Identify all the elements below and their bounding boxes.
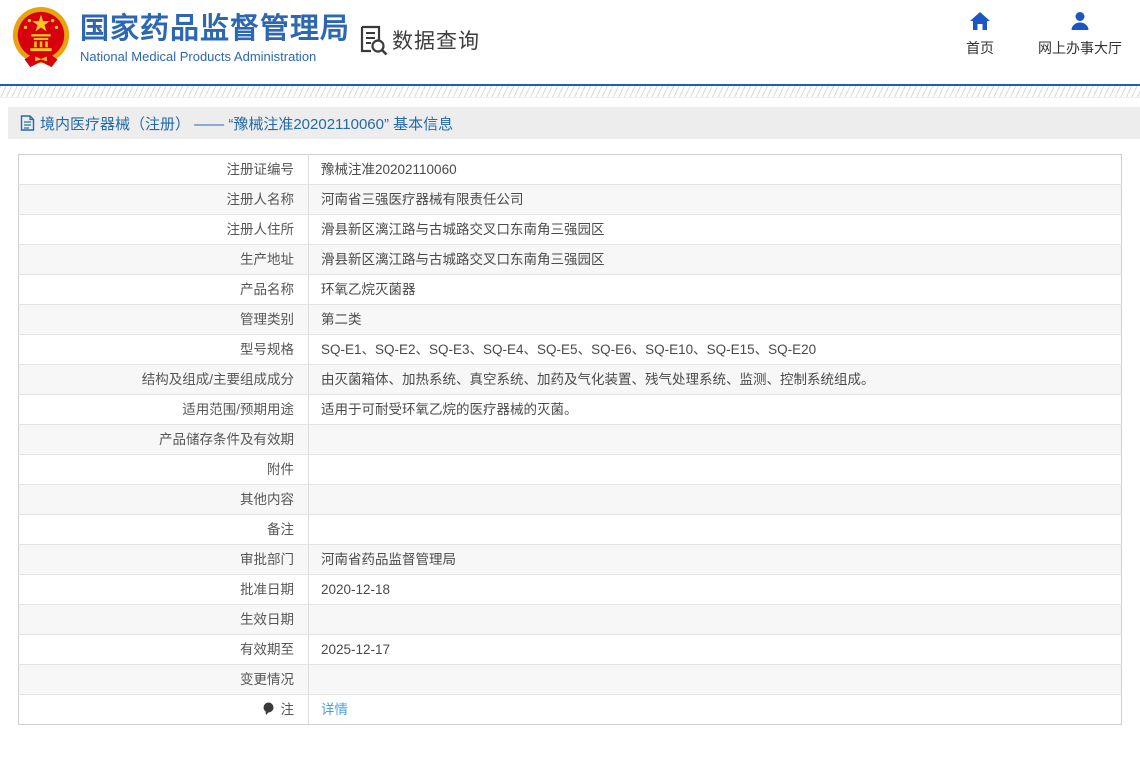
row-value (308, 604, 1122, 635)
table-row: 有效期至 2025-12-17 (18, 634, 1122, 665)
table-row: 附件 (18, 454, 1122, 485)
row-label: 变更情况 (18, 664, 309, 695)
table-row: 生产地址 滑县新区漓江路与古城路交叉口东南角三强园区 (18, 244, 1122, 275)
table-row: 注册人住所 滑县新区漓江路与古城路交叉口东南角三强园区 (18, 214, 1122, 245)
home-icon (970, 12, 990, 30)
row-value: 豫械注准20202110060 (308, 154, 1122, 185)
row-label: 结构及组成/主要组成成分 (18, 364, 309, 395)
org-name-zh: 国家药品监督管理局 (80, 13, 351, 45)
row-value: 环氧乙烷灭菌器 (308, 274, 1122, 305)
table-row: 注详情 (18, 694, 1122, 725)
row-value: 河南省三强医疗器械有限责任公司 (308, 184, 1122, 215)
row-value: 详情 (308, 694, 1122, 725)
user-icon (1071, 12, 1089, 30)
table-row: 审批部门 河南省药品监督管理局 (18, 544, 1122, 575)
table-row: 管理类别 第二类 (18, 304, 1122, 335)
row-value: 河南省药品监督管理局 (308, 544, 1122, 575)
nav-label: 网上办事大厅 (1038, 40, 1122, 56)
table-row: 批准日期 2020-12-18 (18, 574, 1122, 605)
page-title: 境内医疗器械（注册） —— “豫械注准20202110060” 基本信息 (40, 115, 454, 133)
row-label: 型号规格 (18, 334, 309, 365)
row-value: 第二类 (308, 304, 1122, 335)
page-title-bar: 境内医疗器械（注册） —— “豫械注准20202110060” 基本信息 (8, 107, 1140, 139)
row-value: 2025-12-17 (308, 634, 1122, 665)
row-label: 生效日期 (18, 604, 309, 635)
row-value (308, 664, 1122, 695)
nav-item-home[interactable]: 首页 (956, 10, 1004, 58)
row-label: 其他内容 (18, 484, 309, 515)
row-label: 审批部门 (18, 544, 309, 575)
nav-label: 首页 (966, 40, 994, 56)
table-row: 变更情况 (18, 664, 1122, 695)
row-label: 注 (18, 694, 309, 725)
row-value (308, 424, 1122, 455)
row-label: 适用范围/预期用途 (18, 394, 309, 425)
table-row: 产品名称 环氧乙烷灭菌器 (18, 274, 1122, 305)
data-query-icon (360, 25, 388, 56)
national-emblem-logo (12, 7, 70, 68)
row-value (308, 514, 1122, 545)
row-label: 注册人名称 (18, 184, 309, 215)
row-label: 注册人住所 (18, 214, 309, 245)
top-nav: 首页 网上办事大厅 (956, 10, 1122, 58)
table-row: 生效日期 (18, 604, 1122, 635)
row-label: 有效期至 (18, 634, 309, 665)
row-label: 生产地址 (18, 244, 309, 275)
table-row: 型号规格 SQ-E1、SQ-E2、SQ-E3、SQ-E4、SQ-E5、SQ-E6、… (18, 334, 1122, 365)
table-row: 产品储存条件及有效期 (18, 424, 1122, 455)
note-icon (263, 702, 274, 715)
document-icon (20, 115, 35, 131)
table-row: 其他内容 (18, 484, 1122, 515)
hatched-divider (0, 86, 1140, 98)
row-label: 产品名称 (18, 274, 309, 305)
nav-item-service-hall[interactable]: 网上办事大厅 (1038, 10, 1122, 58)
table-row: 适用范围/预期用途 适用于可耐受环氧乙烷的医疗器械的灭菌。 (18, 394, 1122, 425)
row-value: 2020-12-18 (308, 574, 1122, 605)
registration-info-table: 注册证编号 豫械注准20202110060 注册人名称 河南省三强医疗器械有限责任公司… (18, 154, 1122, 725)
table-row: 注册证编号 豫械注准20202110060 (18, 154, 1122, 185)
org-title-block: 国家药品监督管理局 National Medical Products Admi… (80, 12, 350, 66)
info-table-body: 注册证编号 豫械注准20202110060 注册人名称 河南省三强医疗器械有限责任公司… (18, 154, 1122, 725)
row-label: 备注 (18, 514, 309, 545)
details-link[interactable]: 详情 (321, 702, 348, 717)
row-label: 产品储存条件及有效期 (18, 424, 309, 455)
row-value: 滑县新区漓江路与古城路交叉口东南角三强园区 (308, 244, 1122, 275)
table-row: 注册人名称 河南省三强医疗器械有限责任公司 (18, 184, 1122, 215)
data-query-section: 数据查询 (358, 24, 480, 56)
org-name-en: National Medical Products Administration (80, 49, 317, 64)
row-label: 附件 (18, 454, 309, 485)
data-query-label: 数据查询 (392, 30, 480, 53)
table-row: 结构及组成/主要组成成分 由灭菌箱体、加热系统、真空系统、加药及气化装置、残气处理… (18, 364, 1122, 395)
row-value: 由灭菌箱体、加热系统、真空系统、加药及气化装置、残气处理系统、监测、控制系统组成… (308, 364, 1122, 395)
row-label: 注册证编号 (18, 154, 309, 185)
row-value: SQ-E1、SQ-E2、SQ-E3、SQ-E4、SQ-E5、SQ-E6、SQ-E… (308, 334, 1122, 365)
row-value: 滑县新区漓江路与古城路交叉口东南角三强园区 (308, 214, 1122, 245)
site-header: 国家药品监督管理局 National Medical Products Admi… (0, 0, 1140, 86)
row-value (308, 454, 1122, 485)
row-value (308, 484, 1122, 515)
row-value: 适用于可耐受环氧乙烷的医疗器械的灭菌。 (308, 394, 1122, 425)
row-label: 管理类别 (18, 304, 309, 335)
table-row: 备注 (18, 514, 1122, 545)
row-label: 批准日期 (18, 574, 309, 605)
